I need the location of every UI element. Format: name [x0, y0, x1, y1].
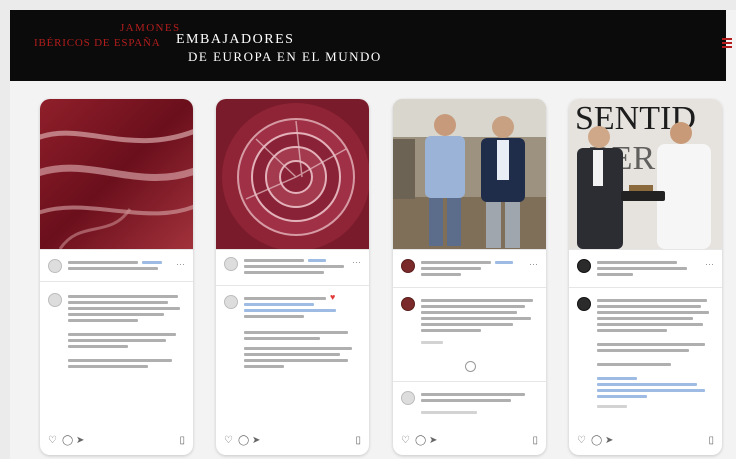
more-icon[interactable]: ···	[529, 259, 538, 269]
post-actions: ♡ ◯ ➤ ▯	[577, 435, 714, 447]
avatar[interactable]	[401, 259, 415, 273]
post-actions: ♡ ◯ ➤ ▯	[224, 435, 361, 447]
page: JAMONES IBÉRICOS DE ESPAÑA EMBAJADORES D…	[10, 10, 736, 459]
more-icon[interactable]: ···	[705, 259, 714, 269]
avatar[interactable]	[48, 259, 62, 273]
instagram-post-2[interactable]: ··· ♥ ♡ ◯ ➤ ▯	[216, 99, 369, 455]
heart-icon[interactable]: ♡	[224, 435, 233, 446]
avatar[interactable]	[224, 295, 238, 309]
heart-icon[interactable]: ♡	[577, 435, 586, 446]
brand-line1: JAMONES	[120, 22, 181, 34]
post-actions: ♡ ◯ ➤ ▯	[48, 435, 185, 447]
comment-icon[interactable]: ◯	[415, 435, 426, 446]
brand-logo[interactable]: JAMONES IBÉRICOS DE ESPAÑA	[28, 22, 188, 70]
slogan-line1: EMBAJADORES	[176, 32, 295, 47]
comment-icon[interactable]: ◯	[62, 435, 73, 446]
more-icon[interactable]: ···	[176, 259, 185, 269]
post-photo-ham-rosette[interactable]	[216, 99, 369, 249]
instagram-post-4[interactable]: SENTID BERS ··· ♡ ◯ ➤ ▯	[569, 99, 722, 455]
heart-icon[interactable]: ♡	[48, 435, 57, 446]
avatar[interactable]	[48, 293, 62, 307]
hamburger-icon[interactable]	[722, 36, 732, 48]
share-icon[interactable]: ➤	[76, 435, 84, 446]
slogan: EMBAJADORES DE EUROPA EN EL MUNDO	[176, 32, 382, 65]
top-bar: JAMONES IBÉRICOS DE ESPAÑA EMBAJADORES D…	[10, 10, 732, 81]
post-photo-award[interactable]: SENTID BERS	[569, 99, 722, 249]
post-photo-sliced-ham[interactable]	[40, 99, 193, 249]
share-icon[interactable]: ➤	[252, 435, 260, 446]
post-photo-people[interactable]	[393, 99, 546, 249]
bookmark-icon[interactable]: ▯	[708, 435, 714, 446]
comment-icon[interactable]: ◯	[238, 435, 249, 446]
share-icon[interactable]: ➤	[429, 435, 437, 446]
comment-icon[interactable]: ◯	[591, 435, 602, 446]
load-more-icon[interactable]	[465, 361, 476, 372]
bookmark-icon[interactable]: ▯	[179, 435, 185, 446]
more-icon[interactable]: ···	[352, 257, 361, 267]
post-actions: ♡ ◯ ➤ ▯	[401, 435, 538, 447]
instagram-post-1[interactable]: ··· ♡ ◯ ➤ ▯	[40, 99, 193, 455]
slogan-line2: DE EUROPA EN EL MUNDO	[188, 49, 382, 64]
brand-line2: IBÉRICOS DE ESPAÑA	[34, 37, 161, 49]
share-icon[interactable]: ➤	[605, 435, 613, 446]
avatar[interactable]	[577, 297, 591, 311]
bookmark-icon[interactable]: ▯	[355, 435, 361, 446]
avatar[interactable]	[224, 257, 238, 271]
avatar[interactable]	[577, 259, 591, 273]
avatar[interactable]	[401, 391, 415, 405]
bookmark-icon[interactable]: ▯	[532, 435, 538, 446]
heart-icon[interactable]: ♡	[401, 435, 410, 446]
instagram-post-3[interactable]: ··· ♡ ◯ ➤ ▯	[393, 99, 546, 455]
avatar[interactable]	[401, 297, 415, 311]
